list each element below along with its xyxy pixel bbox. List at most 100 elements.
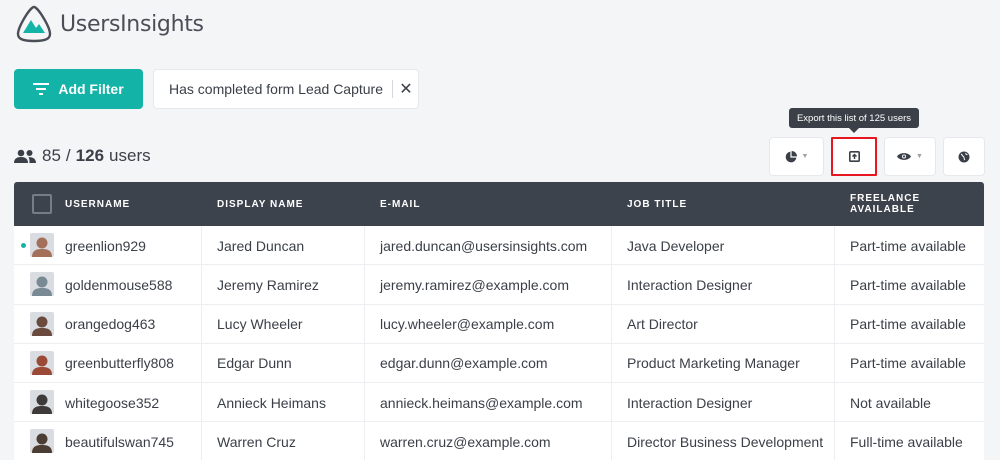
display-name-cell: Edgar Dunn bbox=[217, 355, 292, 372]
freelance-cell: Part-time available bbox=[850, 316, 966, 333]
job-title-cell: Director Business Development bbox=[627, 433, 824, 450]
column-divider bbox=[611, 226, 612, 265]
email-cell[interactable]: jeremy.ramirez@example.com bbox=[380, 265, 569, 304]
table-header: USERNAME DISPLAY NAME E-MAIL JOB TITLE F… bbox=[14, 182, 984, 226]
online-status-dot bbox=[21, 243, 26, 248]
freelance-cell: Not available bbox=[850, 394, 931, 411]
table-row[interactable]: beautifulswan745 Warren Cruz warren.cruz@e… bbox=[14, 422, 984, 460]
job-title-cell: Interaction Designer bbox=[627, 276, 753, 293]
column-divider bbox=[611, 343, 612, 383]
username-cell[interactable]: whitegoose352 bbox=[65, 383, 159, 422]
column-divider bbox=[201, 265, 202, 304]
count-separator: / bbox=[65, 146, 71, 165]
freelance-cell: Full-time available bbox=[850, 433, 963, 450]
column-divider bbox=[364, 304, 365, 343]
users-icon bbox=[14, 149, 36, 163]
display-name-cell: Warren Cruz bbox=[217, 433, 296, 450]
job-title-cell: Interaction Designer bbox=[627, 394, 753, 411]
freelance-cell: Part-time available bbox=[850, 276, 966, 293]
table-row[interactable]: orangedog463 Lucy Wheeler lucy.wheeler@exa… bbox=[14, 304, 984, 344]
email-cell[interactable]: annieck.heimans@example.com bbox=[380, 383, 583, 422]
job-title-cell: Java Developer bbox=[627, 237, 725, 254]
avatar[interactable] bbox=[30, 233, 54, 257]
display-name-cell: Jared Duncan bbox=[217, 237, 305, 254]
filter-chip-divider bbox=[392, 80, 393, 98]
avatar[interactable] bbox=[30, 311, 54, 336]
table-body: greenlion929 Jared Duncan jared.duncan@use… bbox=[14, 226, 984, 460]
username-cell[interactable]: goldenmouse588 bbox=[65, 265, 172, 304]
column-header-freelance[interactable]: FREELANCE AVAILABLE bbox=[850, 182, 984, 226]
users-table: USERNAME DISPLAY NAME E-MAIL JOB TITLE F… bbox=[14, 182, 984, 460]
globe-icon bbox=[958, 151, 970, 162]
eye-icon bbox=[897, 153, 912, 160]
column-header-email[interactable]: E-MAIL bbox=[380, 182, 420, 226]
column-divider bbox=[364, 343, 365, 383]
avatar[interactable] bbox=[30, 272, 54, 297]
column-divider bbox=[611, 304, 612, 343]
export-button[interactable] bbox=[831, 137, 877, 176]
table-row[interactable]: whitegoose352 Annieck Heimans annieck.heim… bbox=[14, 383, 984, 423]
column-divider bbox=[834, 422, 835, 460]
username-cell[interactable]: greenlion929 bbox=[65, 226, 146, 265]
freelance-cell: Part-time available bbox=[850, 237, 966, 254]
username-cell[interactable]: greenbutterfly808 bbox=[65, 344, 174, 383]
column-divider bbox=[201, 343, 202, 383]
job-title-cell: Product Marketing Manager bbox=[627, 355, 800, 372]
table-row[interactable]: greenlion929 Jared Duncan jared.duncan@use… bbox=[14, 226, 984, 266]
display-name-cell: Annieck Heimans bbox=[217, 394, 326, 411]
column-divider bbox=[611, 265, 612, 304]
display-name-cell: Lucy Wheeler bbox=[217, 316, 303, 333]
app-logo[interactable]: UsersInsights bbox=[14, 4, 204, 44]
add-filter-label: Add Filter bbox=[58, 81, 124, 97]
add-filter-button[interactable]: Add Filter bbox=[14, 69, 143, 109]
columns-visibility-button[interactable]: ▼ bbox=[884, 137, 936, 176]
avatar[interactable] bbox=[30, 350, 54, 375]
column-header-username[interactable]: USERNAME bbox=[65, 182, 130, 226]
email-cell[interactable]: warren.cruz@example.com bbox=[380, 422, 551, 460]
column-divider bbox=[611, 422, 612, 460]
column-divider bbox=[364, 265, 365, 304]
column-header-job-title[interactable]: JOB TITLE bbox=[627, 182, 687, 226]
user-count: 85 / 126 users bbox=[14, 144, 151, 168]
caret-down-icon: ▼ bbox=[801, 153, 809, 160]
column-divider bbox=[364, 422, 365, 460]
export-tooltip: Export this list of 125 users bbox=[789, 108, 919, 133]
count-unit: users bbox=[109, 146, 151, 165]
total-count: 126 bbox=[75, 146, 105, 165]
column-divider bbox=[201, 383, 202, 422]
column-divider bbox=[201, 226, 202, 265]
column-divider bbox=[364, 383, 365, 422]
pie-chart-icon bbox=[785, 150, 797, 162]
filter-chip-label: Has completed form Lead Capture bbox=[169, 81, 383, 97]
export-icon bbox=[848, 151, 860, 162]
username-cell[interactable]: orangedog463 bbox=[65, 305, 155, 344]
shown-count: 85 bbox=[42, 146, 61, 165]
table-row[interactable]: greenbutterfly808 Edgar Dunn edgar.dunn@ex… bbox=[14, 343, 984, 384]
column-header-display-name[interactable]: DISPLAY NAME bbox=[217, 182, 303, 226]
table-row[interactable]: goldenmouse588 Jeremy Ramirez jeremy.ramir… bbox=[14, 265, 984, 305]
active-filter-chip[interactable]: Has completed form Lead Capture ✕ bbox=[153, 69, 419, 109]
remove-filter-close-icon[interactable]: ✕ bbox=[399, 79, 413, 99]
column-divider bbox=[834, 343, 835, 383]
column-divider bbox=[834, 265, 835, 304]
filter-icon bbox=[33, 83, 50, 95]
column-divider bbox=[834, 304, 835, 343]
avatar[interactable] bbox=[30, 429, 54, 454]
mountain-logo-icon bbox=[16, 5, 52, 43]
job-title-cell: Art Director bbox=[627, 316, 698, 333]
email-cell[interactable]: lucy.wheeler@example.com bbox=[380, 305, 554, 344]
column-divider bbox=[201, 304, 202, 343]
app-name: UsersInsights bbox=[60, 11, 204, 37]
username-cell[interactable]: beautifulswan745 bbox=[65, 422, 174, 460]
caret-down-icon: ▼ bbox=[916, 153, 923, 160]
email-cell[interactable]: edgar.dunn@example.com bbox=[380, 344, 548, 383]
map-view-button[interactable] bbox=[943, 137, 985, 176]
email-cell[interactable]: jared.duncan@usersinsights.com bbox=[380, 226, 587, 265]
column-divider bbox=[611, 383, 612, 422]
segments-button[interactable]: ▼ bbox=[769, 137, 824, 176]
column-divider bbox=[834, 383, 835, 422]
column-divider bbox=[834, 226, 835, 265]
avatar[interactable] bbox=[30, 390, 54, 415]
select-all-checkbox[interactable] bbox=[32, 194, 52, 214]
freelance-cell: Part-time available bbox=[850, 355, 966, 372]
